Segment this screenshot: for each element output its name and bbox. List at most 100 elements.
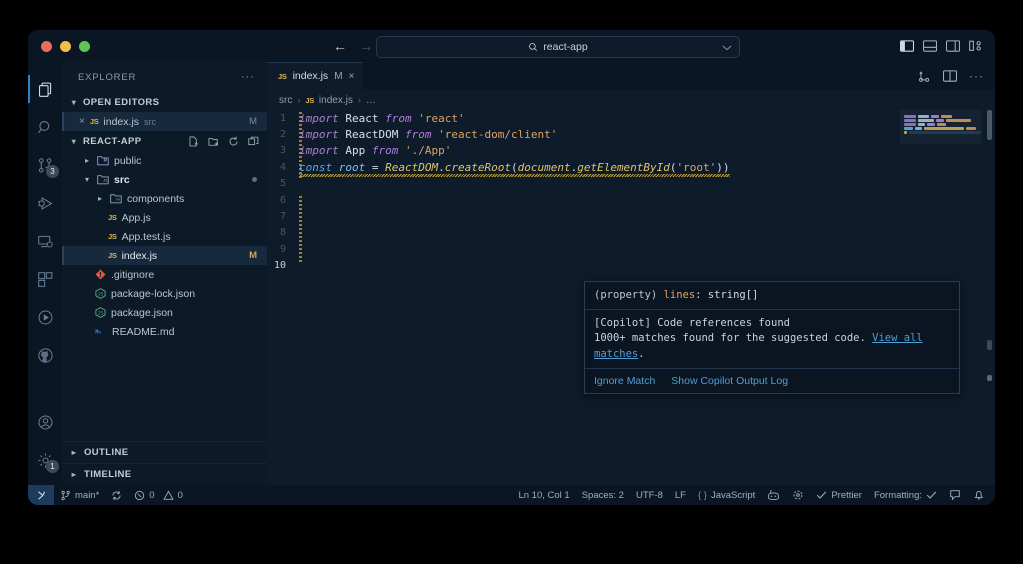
status-cursor-position[interactable]: Ln 10, Col 1 [512,485,575,505]
chevron-down-icon: ▾ [69,98,79,107]
remote-indicator-icon [36,490,47,501]
tree-item-package-lock-json[interactable]: JS package-lock.json [62,284,267,303]
editor-scrollbar[interactable] [987,110,992,140]
line-content: import App from './App' [299,144,451,157]
status-language-mode[interactable]: { } JavaScript [692,485,761,505]
tree-item-components[interactable]: ▸ vn components [62,189,267,208]
tree-item-status: M [249,250,257,261]
chevron-down-icon: ▾ [82,175,92,184]
sidebar-item-explorer[interactable] [28,70,62,108]
open-editor-item-index-js[interactable]: × JS index.js src M [62,112,267,131]
tree-item-readme-md[interactable]: M↓ README.md [62,322,267,341]
new-folder-icon[interactable] [208,136,219,147]
maximize-window-button[interactable] [79,41,90,52]
sidebar-item-accounts[interactable] [28,403,62,441]
collapse-all-icon[interactable] [248,136,259,147]
breadcrumb-item-file[interactable]: index.js [319,95,353,106]
error-icon [134,490,145,501]
show-copilot-output-log-link[interactable]: Show Copilot Output Log [671,375,788,387]
braces-icon: { } [698,490,707,501]
sidebar-item-remote-explorer[interactable] [28,222,62,260]
toggle-secondary-sidebar-icon[interactable] [946,40,960,52]
arrow-right-icon[interactable]: → [359,39,373,53]
explorer-more-actions-icon[interactable]: ··· [241,71,255,83]
tree-item-gitignore[interactable]: .gitignore [62,265,267,284]
status-indentation[interactable]: Spaces: 2 [576,485,630,505]
hover-copilot-message: [Copilot] Code references found 1000+ ma… [585,309,959,368]
navigation-arrows: ← → [333,30,373,62]
git-file-icon [95,269,106,280]
status-eol[interactable]: LF [669,485,692,505]
code-editor[interactable]: 1 import React from 'react' 2 import Rea… [267,110,995,485]
code-line: 5 [267,176,995,192]
status-formatting[interactable]: Formatting: [868,485,943,505]
tab-index-js[interactable]: JS index.js M × [267,62,364,90]
copilot-body: 1000+ matches found for the suggested co… [594,331,950,361]
code-line: 8 [267,225,995,241]
sidebar-item-settings[interactable]: 1 [28,441,62,479]
status-prettier[interactable]: Prettier [810,485,868,505]
tree-item-index-js[interactable]: JS index.js M [62,246,267,265]
tree-item-app-test-js[interactable]: JS App.test.js [62,227,267,246]
status-feedback[interactable] [943,485,967,505]
ellipsis-icon[interactable]: ··· [969,69,984,83]
error-squiggle [299,174,730,177]
minimize-window-button[interactable] [60,41,71,52]
new-file-icon[interactable] [188,136,199,147]
close-window-button[interactable] [41,41,52,52]
outline-section-header[interactable]: ▸ OUTLINE [62,441,267,463]
arrow-left-icon[interactable]: ← [333,39,347,53]
sidebar-item-run-and-debug[interactable] [28,184,62,222]
tree-item-label: public [114,155,141,167]
sidebar-item-extensions[interactable] [28,260,62,298]
chevron-right-icon: ▸ [82,156,92,165]
status-bar: main* 0 0 Ln 10, Col 1 [28,485,995,505]
bell-icon [973,489,985,501]
customize-layout-icon[interactable] [969,40,983,52]
sidebar-item-testing[interactable] [28,298,62,336]
close-icon[interactable]: × [349,71,355,82]
tree-item-public[interactable]: ▸ public [62,151,267,170]
status-encoding[interactable]: UTF-8 [630,485,669,505]
status-branch[interactable]: main* [54,485,105,505]
breadcrumb-item-symbol[interactable]: … [366,95,376,106]
chevron-down-icon[interactable] [722,44,732,51]
open-editors-header[interactable]: ▾ OPEN EDITORS [62,92,267,112]
line-number: 9 [267,244,299,255]
close-icon[interactable]: × [79,116,85,127]
ignore-match-link[interactable]: Ignore Match [594,375,655,387]
command-center-search[interactable]: react-app [376,36,740,58]
breadcrumb-item-src[interactable]: src [279,95,292,106]
search-input[interactable]: react-app [543,41,587,53]
line-number: 4 [267,162,299,173]
status-notifications[interactable] [967,485,995,505]
prettier-label: Prettier [831,490,862,501]
git-branch-icon [60,490,71,501]
tree-item-src[interactable]: ▾ JS src [62,170,267,189]
timeline-section-header[interactable]: ▸ TIMELINE [62,463,267,485]
play-circle-icon [37,309,54,326]
line-number: 1 [267,113,299,124]
sidebar-item-search[interactable] [28,108,62,146]
status-sync[interactable] [105,485,128,505]
tree-item-app-js[interactable]: JS App.js [62,208,267,227]
screen: ← → react-app [0,0,1023,564]
js-file-icon: JS [278,72,287,81]
status-problems[interactable]: 0 0 [128,485,189,505]
sidebar-item-github[interactable] [28,336,62,374]
split-editor-right-icon[interactable] [943,70,957,82]
tree-item-package-json[interactable]: JS package.json [62,303,267,322]
status-copilot[interactable] [761,485,786,505]
remote-indicator[interactable] [28,485,54,505]
folder-icon [97,155,109,166]
status-live-share[interactable] [786,485,810,505]
project-header[interactable]: ▾ REACT-APP [62,131,267,151]
refresh-icon[interactable] [228,136,239,147]
settings-badge: 1 [46,460,59,473]
sidebar-bottom-sections: ▸ OUTLINE ▸ TIMELINE [62,441,267,485]
toggle-panel-icon[interactable] [923,40,937,52]
split-editor-icon[interactable] [918,70,931,83]
layout-controls [900,30,983,62]
sidebar-item-source-control[interactable]: 3 [28,146,62,184]
toggle-primary-sidebar-icon[interactable] [900,40,914,52]
